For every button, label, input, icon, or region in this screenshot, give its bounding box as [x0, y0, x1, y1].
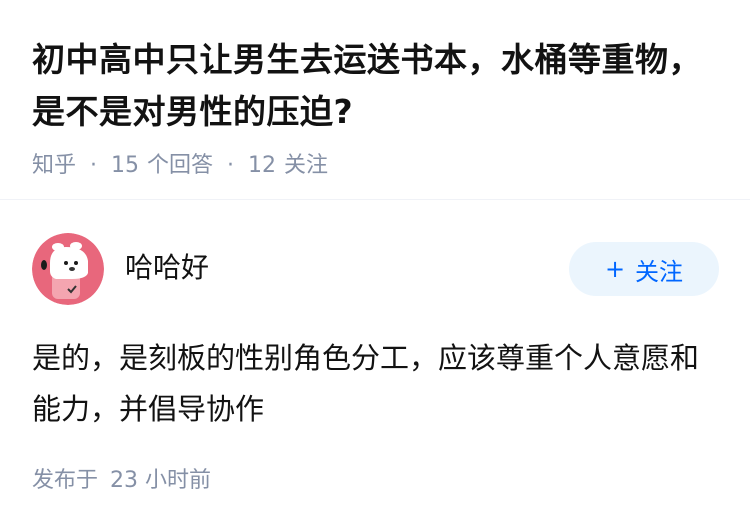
answer-count: 15: [111, 153, 140, 178]
follow-button-label: 关注: [635, 257, 684, 286]
timestamp-value: 23 小时前: [110, 468, 212, 493]
author-name[interactable]: 哈哈好: [125, 246, 209, 286]
question-header: 初中高中只让男生去运送书本，水桶等重物，是不是对男性的压迫? 知乎 · 15 个…: [32, 34, 722, 181]
answer-timestamp: 发布于 23 小时前: [32, 466, 211, 496]
follow-count: 12: [248, 153, 277, 178]
source-label[interactable]: 知乎: [32, 151, 76, 181]
timestamp-prefix: 发布于: [32, 468, 99, 493]
follow-count-label: 关注: [284, 153, 329, 178]
cartoon-avatar-icon: [32, 233, 104, 305]
question-title[interactable]: 初中高中只让男生去运送书本，水桶等重物，是不是对男性的压迫?: [32, 34, 722, 138]
plus-icon: +: [604, 255, 626, 283]
meta-separator-2: ·: [227, 153, 235, 178]
question-meta: 知乎 · 15 个回答 · 12 关注: [32, 151, 722, 181]
section-divider: [0, 199, 750, 200]
author-row: 哈哈好 + 关注: [32, 233, 719, 305]
answer-count-label: 个回答: [147, 153, 214, 178]
avatar[interactable]: [32, 233, 104, 305]
follow-button[interactable]: + 关注: [569, 242, 719, 296]
page: 初中高中只让男生去运送书本，水桶等重物，是不是对男性的压迫? 知乎 · 15 个…: [0, 0, 750, 532]
answer-content[interactable]: 是的，是刻板的性别角色分工，应该尊重个人意愿和能力，并倡导协作: [32, 333, 702, 435]
answer-card: 哈哈好 + 关注 是的，是刻板的性别角色分工，应该尊重个人意愿和能力，并倡导协作: [32, 233, 719, 435]
meta-separator: ·: [90, 153, 98, 178]
